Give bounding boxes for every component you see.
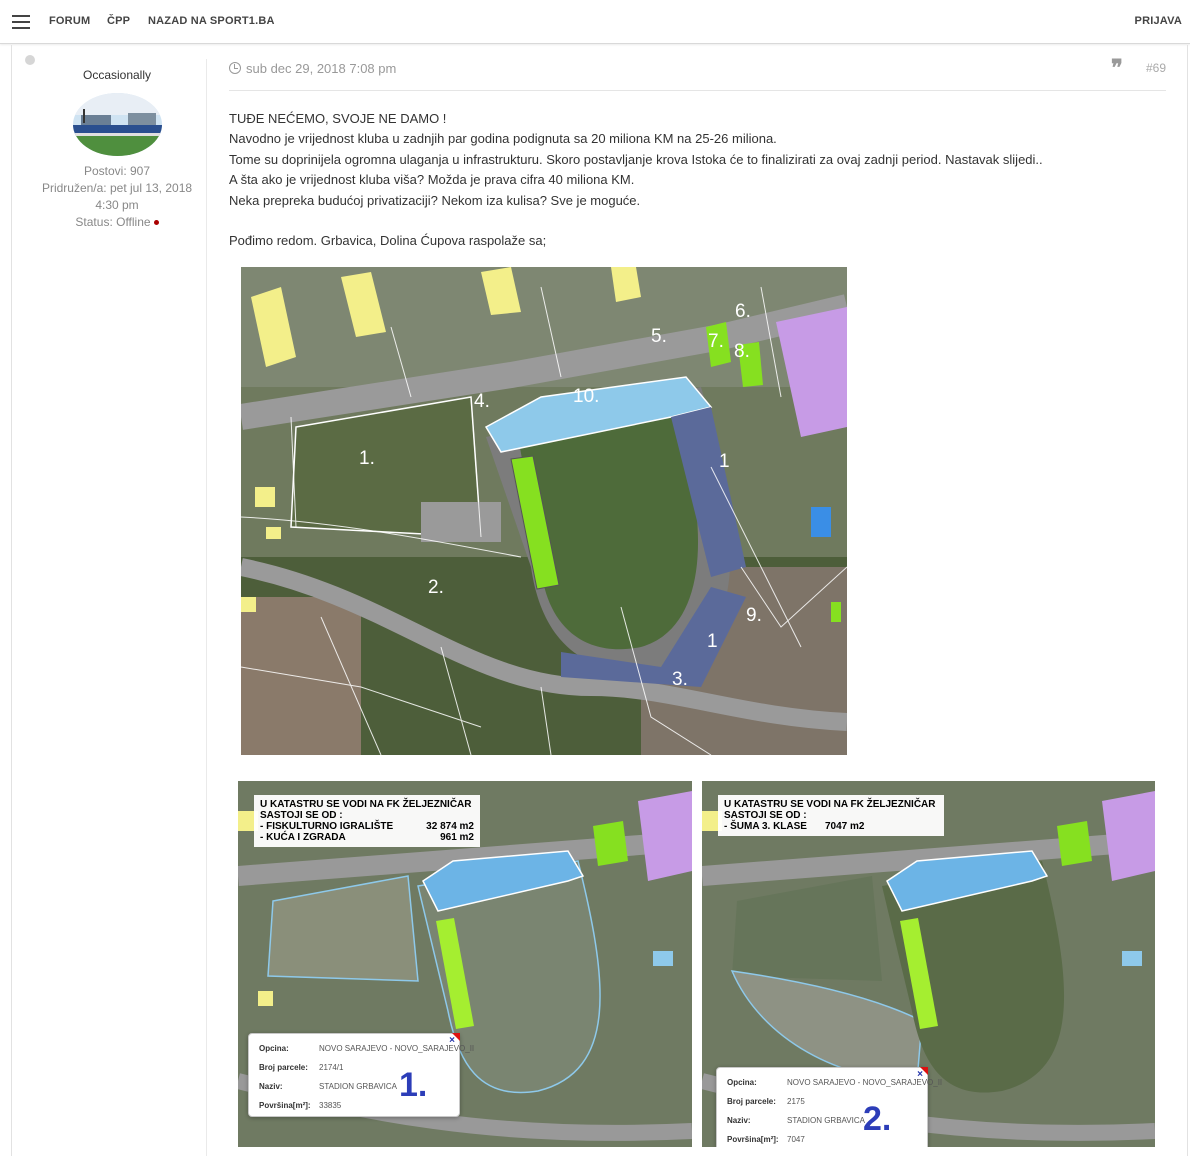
cadastre-map-parcel-1[interactable]: U KATASTRU SE VODI NA FK ŽELJEZNIČAR SAS… xyxy=(238,781,692,1147)
cadastre-item-value: 961 m2 xyxy=(440,832,474,843)
popup-value: STADION GRBAVICA xyxy=(319,1082,397,1091)
popup-big-number: 2. xyxy=(863,1100,892,1138)
author-status: Status: Offline xyxy=(12,214,222,231)
map-label-8: 8. xyxy=(734,341,750,362)
map-label-4: 4. xyxy=(474,391,490,412)
post-date[interactable]: sub dec 29, 2018 7:08 pm xyxy=(246,61,396,76)
cadastre-map-parcel-2[interactable]: U KATASTRU SE VODI NA FK ŽELJEZNIČAR SAS… xyxy=(702,781,1155,1147)
author-username[interactable]: Occasionally xyxy=(12,68,222,82)
map-label-south-stand: 1 xyxy=(707,631,718,652)
login-link[interactable]: PRIJAVA xyxy=(1135,15,1182,27)
post-line: Pođimo redom. Grbavica, Dolina Ćupova ra… xyxy=(229,233,547,249)
popup-label: Opcina: xyxy=(259,1044,289,1053)
cadastre-subtitle: SASTOJI SE OD : xyxy=(724,810,807,821)
post-content: TUĐE NEĆEMO, SVOJE NE DAMO ! Navodno je … xyxy=(229,109,1169,252)
map-label-3: 3. xyxy=(672,669,688,690)
cadastre-title: U KATASTRU SE VODI NA FK ŽELJEZNIČAR xyxy=(724,799,936,810)
post-number-link[interactable]: #69 xyxy=(1146,61,1166,75)
popup-value: NOVO SARAJEVO - NOVO_SARAJEVO_II xyxy=(319,1044,475,1053)
parcel-popup: × Opcina: NOVO SARAJEVO - NOVO_SARAJEVO_I… xyxy=(716,1067,942,1147)
popup-label: Naziv: xyxy=(259,1082,283,1091)
cadastre-title: U KATASTRU SE VODI NA FK ŽELJEZNIČAR xyxy=(260,799,472,810)
map-label-5: 5. xyxy=(651,326,667,347)
popup-value: 2174/1 xyxy=(319,1063,344,1072)
clock-icon xyxy=(229,62,241,74)
author-joined-time: 4:30 pm xyxy=(95,198,139,212)
cadastre-item-name: - ŠUMA 3. KLASE xyxy=(724,821,807,832)
aerial-map-grbavica[interactable]: 1. 2. 3. 4. 5. 6. 7. 8. 9. 10. 1 1 xyxy=(241,267,847,755)
map-label-9: 9. xyxy=(746,605,762,626)
map-label-2: 2. xyxy=(428,577,444,598)
cadastre-item-name: - FISKULTURNO IGRALIŠTE xyxy=(260,821,394,832)
quote-icon[interactable]: ❞ xyxy=(1111,57,1123,79)
nav-forum-link[interactable]: FORUM xyxy=(49,15,90,27)
author-post-count: Postovi: 907 xyxy=(83,164,151,178)
popup-big-number: 1. xyxy=(399,1066,428,1104)
map-label-6: 6. xyxy=(735,301,751,322)
popup-label: Naziv: xyxy=(727,1116,751,1125)
post-line: A šta ako je vrijednost kluba viša? Možd… xyxy=(229,172,635,188)
post-header: sub dec 29, 2018 7:08 pm ❞ #69 xyxy=(229,57,1166,91)
hamburger-menu-icon[interactable] xyxy=(12,15,30,29)
popup-value: STADION GRBAVICA xyxy=(787,1116,865,1125)
popup-label: Površina[m²]: xyxy=(259,1101,311,1110)
map-label-7: 7. xyxy=(708,331,724,352)
map-label-east-stand: 1 xyxy=(719,451,730,472)
map-label-1: 1. xyxy=(359,448,375,469)
popup-value: 7047 xyxy=(787,1135,805,1144)
nav-sport1-link[interactable]: NAZAD NA SPORT1.BA xyxy=(148,15,275,27)
popup-label: Površina[m²]: xyxy=(727,1135,779,1144)
post-line: Tome su doprinijela ogromna ulaganja u i… xyxy=(229,151,1043,167)
offline-dot-icon xyxy=(153,220,159,226)
cadastre-item-value: 32 874 m2 xyxy=(426,821,474,832)
map-label-10: 10. xyxy=(573,386,599,407)
cadastre-subtitle: SASTOJI SE OD : xyxy=(260,810,343,821)
cadastre-item-value: 7047 m2 xyxy=(824,821,865,832)
cadastre-info-box: U KATASTRU SE VODI NA FK ŽELJEZNIČAR SAS… xyxy=(718,795,944,836)
cadastre-info-box: U KATASTRU SE VODI NA FK ŽELJEZNIČAR SAS… xyxy=(254,795,480,847)
post-line: Neka prepreka budućoj privatizaciji? Nek… xyxy=(229,192,641,208)
column-divider xyxy=(206,59,207,1156)
author-panel: Occasionally Postovi: 907 Pridružen/a: p… xyxy=(12,45,207,1156)
author-joined: Pridružen/a: pet jul 13, 2018 xyxy=(41,181,193,195)
popup-label: Broj parcele: xyxy=(727,1097,776,1106)
author-status-text: Status: Offline xyxy=(75,215,151,229)
post-line: TUĐE NEĆEMO, SVOJE NE DAMO ! xyxy=(229,111,447,126)
top-navbar: FORUM ČPP NAZAD NA SPORT1.BA PRIJAVA xyxy=(0,0,1190,44)
forum-post: Occasionally Postovi: 907 Pridružen/a: p… xyxy=(11,45,1188,1156)
post-line: Navodno je vrijednost kluba u zadnjih pa… xyxy=(229,131,777,147)
popup-label: Broj parcele: xyxy=(259,1063,308,1072)
parcel-popup: × Opcina: NOVO SARAJEVO - NOVO_SARAJEVO_I… xyxy=(248,1033,474,1117)
popup-value: 33835 xyxy=(319,1101,342,1110)
popup-value: NOVO SARAJEVO - NOVO_SARAJEVO_II xyxy=(787,1078,943,1087)
online-indicator xyxy=(25,55,35,65)
cadastre-item-name: - KUĆA I ZGRADA xyxy=(260,832,346,843)
popup-label: Opcina: xyxy=(727,1078,757,1087)
avatar[interactable] xyxy=(73,93,162,156)
popup-value: 2175 xyxy=(787,1097,805,1106)
post-line xyxy=(229,211,1169,231)
nav-cpp-link[interactable]: ČPP xyxy=(107,15,130,27)
